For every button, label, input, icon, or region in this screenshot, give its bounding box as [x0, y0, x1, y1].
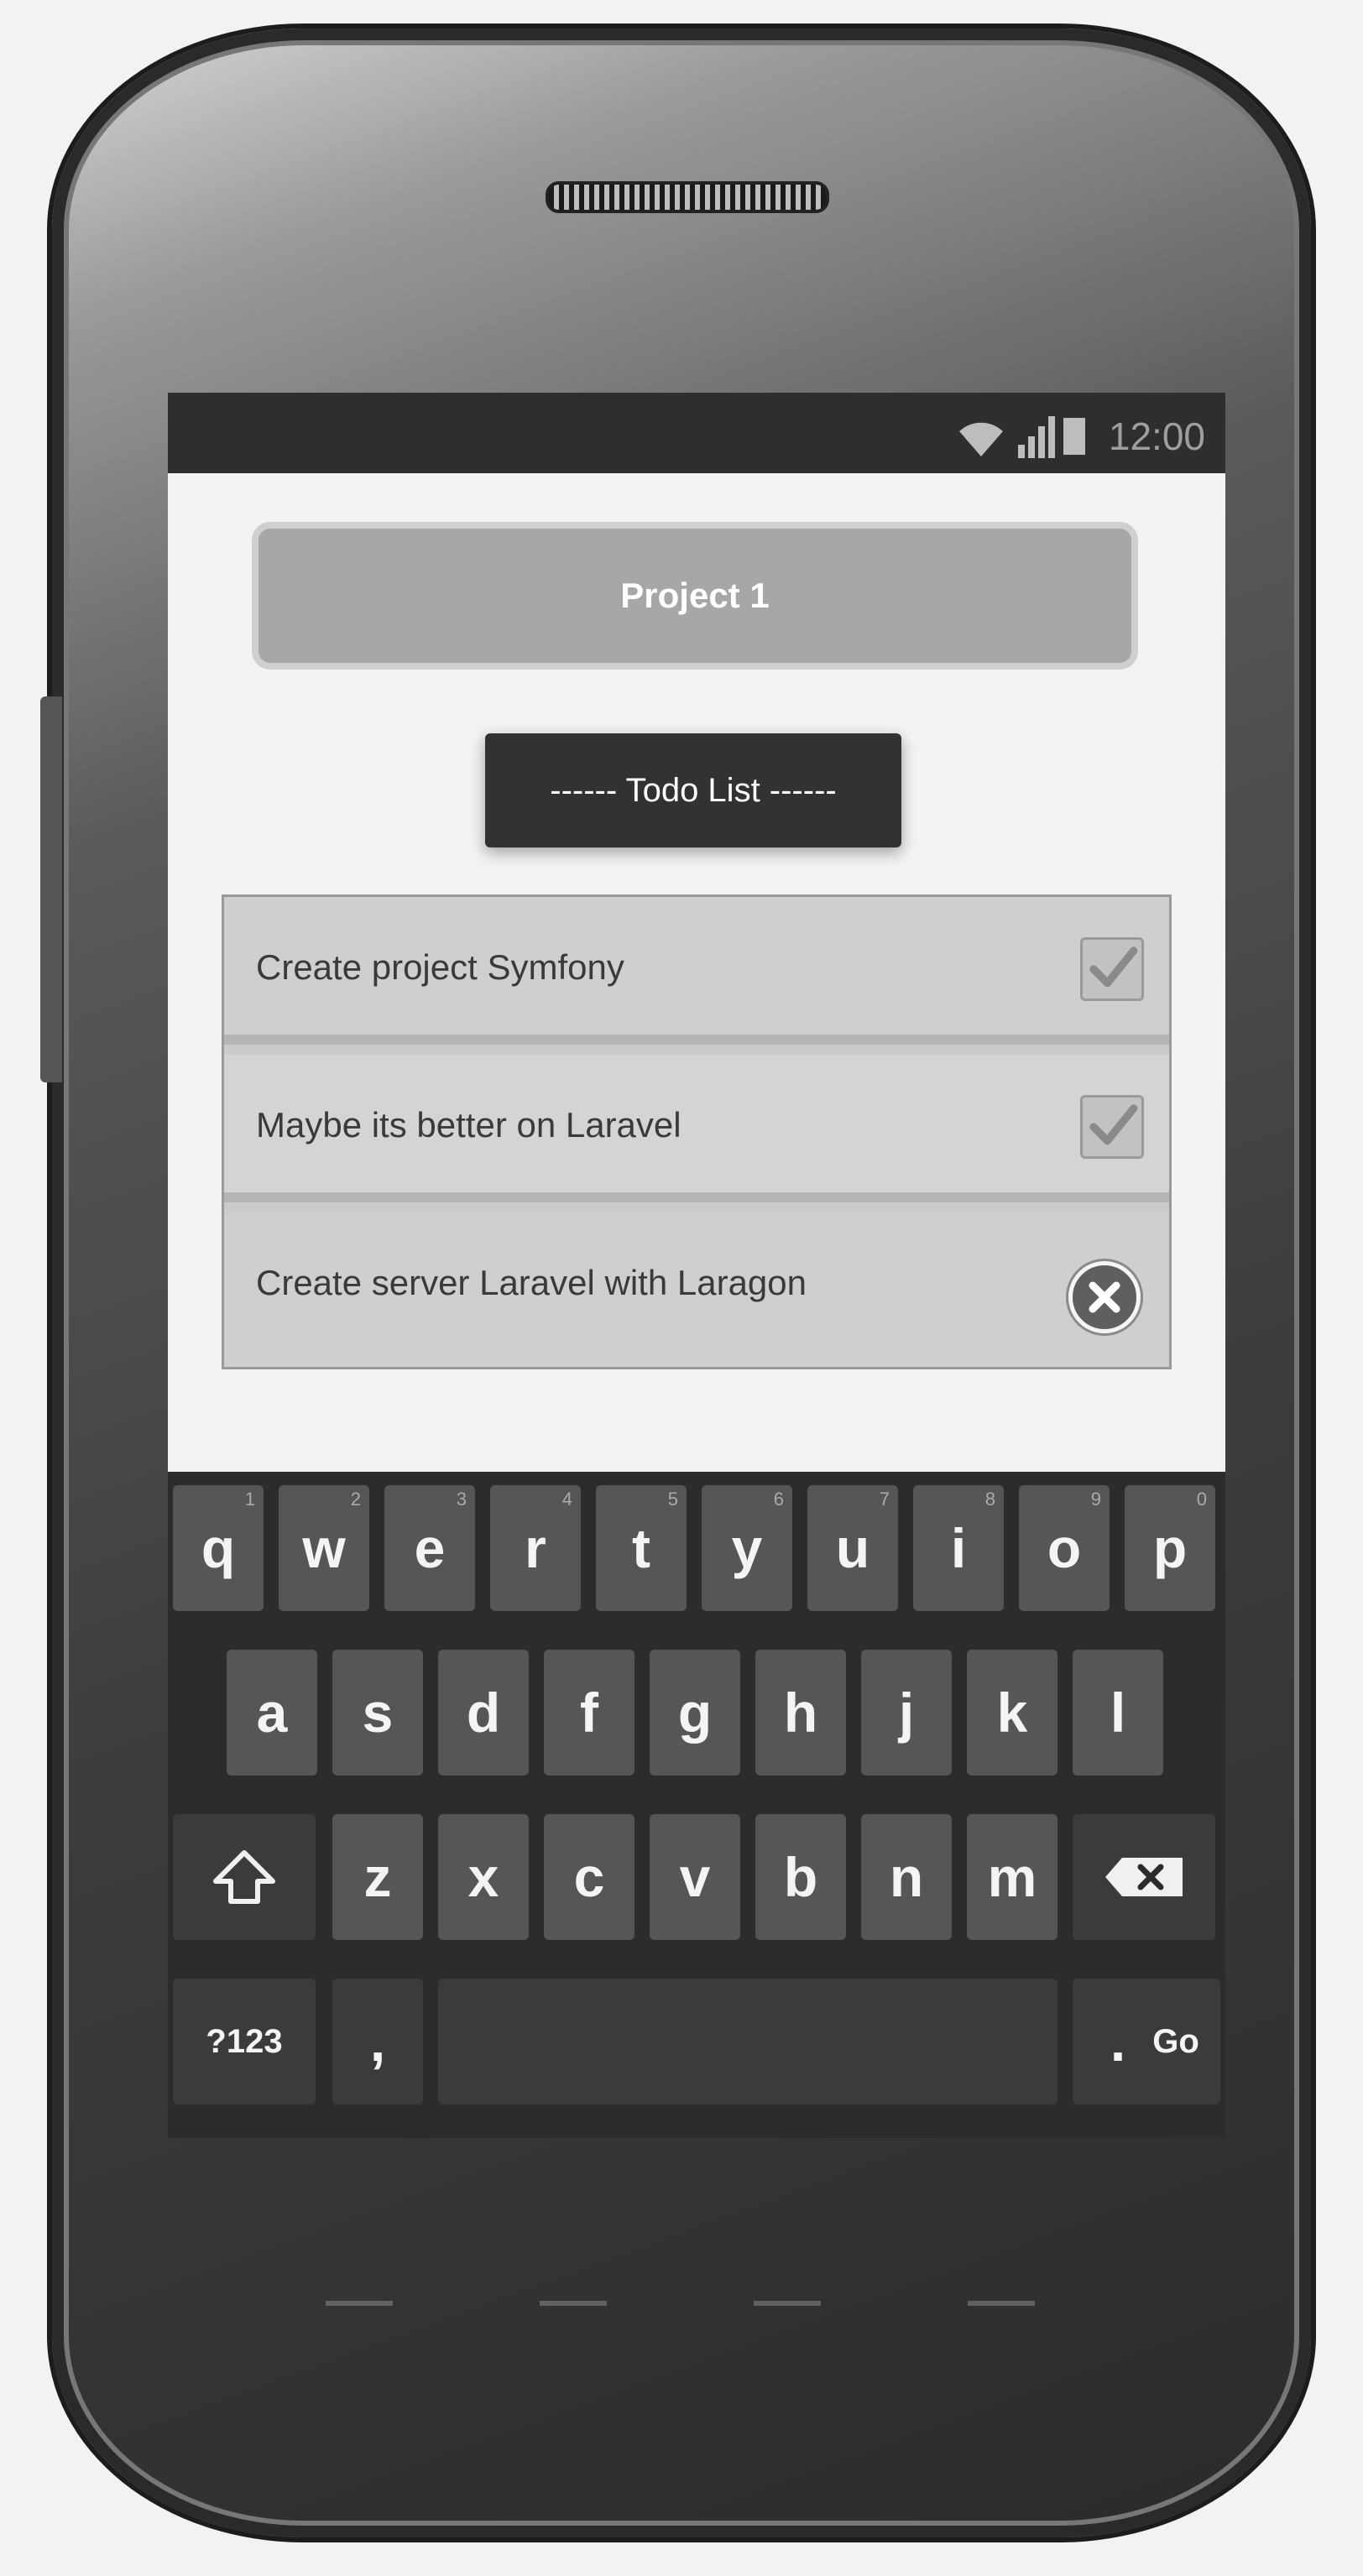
- key-y[interactable]: y6: [702, 1485, 792, 1611]
- todo-list: Create project Symfony Maybe its better …: [222, 894, 1172, 1369]
- key-p[interactable]: p0: [1125, 1485, 1215, 1611]
- key-n[interactable]: n: [861, 1814, 952, 1940]
- hardware-nav-buttons: [252, 2249, 1108, 2324]
- key-q[interactable]: q1: [173, 1485, 264, 1611]
- key-hint: 9: [1090, 1489, 1101, 1510]
- soft-keyboard: q1 w2 e3 r4 t5 y6 u7 i8 o9 p0 a s d f g …: [168, 1472, 1225, 2138]
- key-s[interactable]: s: [332, 1650, 423, 1776]
- key-hint: 2: [350, 1489, 361, 1510]
- key-label: i: [950, 1517, 967, 1579]
- signal-icon: [1017, 416, 1055, 458]
- volume-button: [40, 696, 62, 1082]
- key-hint: 0: [1196, 1489, 1207, 1510]
- photo-background: 12:00 Project 1 ------ Todo List ------ …: [0, 0, 1363, 2576]
- comma-key[interactable]: ,: [332, 1979, 423, 2104]
- key-o[interactable]: o9: [1019, 1485, 1110, 1611]
- project-button[interactable]: Project 1: [258, 529, 1131, 663]
- key-hint: 6: [773, 1489, 784, 1510]
- todo-item[interactable]: Create project Symfony: [224, 897, 1169, 1045]
- todo-item[interactable]: Create server Laravel with Laragon: [224, 1212, 1169, 1367]
- space-key[interactable]: [438, 1979, 1058, 2104]
- key-t[interactable]: t5: [596, 1485, 687, 1611]
- key-l[interactable]: l: [1073, 1650, 1163, 1776]
- key-g[interactable]: g: [650, 1650, 740, 1776]
- key-h[interactable]: h: [755, 1650, 846, 1776]
- key-hint: 3: [456, 1489, 467, 1510]
- key-u[interactable]: u7: [807, 1485, 898, 1611]
- battery-icon: [1063, 418, 1085, 455]
- back-nav-icon[interactable]: [325, 2267, 393, 2306]
- key-z[interactable]: z: [332, 1814, 423, 1940]
- key-hint: 8: [984, 1489, 995, 1510]
- checkbox-checked-icon[interactable]: [1080, 937, 1144, 1001]
- key-f[interactable]: f: [544, 1650, 634, 1776]
- todo-item[interactable]: Maybe its better on Laravel: [224, 1055, 1169, 1202]
- status-bar: 12:00: [168, 393, 1225, 473]
- key-j[interactable]: j: [861, 1650, 952, 1776]
- key-hint: 1: [244, 1489, 255, 1510]
- key-label: e: [414, 1517, 446, 1579]
- key-label: w: [302, 1517, 346, 1579]
- phone-screen: 12:00 Project 1 ------ Todo List ------ …: [168, 393, 1225, 2138]
- status-icons: 12:00: [954, 411, 1205, 458]
- key-label: u: [835, 1517, 870, 1579]
- backspace-icon: [1105, 1858, 1183, 1896]
- key-c[interactable]: c: [544, 1814, 634, 1940]
- key-hint: 4: [561, 1489, 572, 1510]
- shift-icon: [213, 1850, 275, 1904]
- checkbox-checked-icon[interactable]: [1080, 1095, 1144, 1159]
- wifi-icon: [958, 422, 1003, 456]
- key-label: t: [632, 1517, 650, 1579]
- key-b[interactable]: b: [755, 1814, 846, 1940]
- key-x[interactable]: x: [438, 1814, 529, 1940]
- key-a[interactable]: a: [227, 1650, 317, 1776]
- key-i[interactable]: i8: [913, 1485, 1004, 1611]
- key-hint: 5: [667, 1489, 678, 1510]
- key-hint: 7: [879, 1489, 890, 1510]
- key-v[interactable]: v: [650, 1814, 740, 1940]
- todo-list-header: ------ Todo List ------: [485, 733, 901, 847]
- menu-nav-icon[interactable]: [967, 2267, 1035, 2306]
- todo-app: Project 1 ------ Todo List ------ Create…: [168, 473, 1225, 1472]
- key-label: o: [1047, 1517, 1082, 1579]
- key-e[interactable]: e3: [384, 1485, 475, 1611]
- key-label: y: [731, 1517, 763, 1579]
- key-m[interactable]: m: [967, 1814, 1058, 1940]
- key-label: p: [1152, 1517, 1188, 1579]
- status-clock: 12:00: [1108, 415, 1205, 458]
- key-label: q: [201, 1517, 236, 1579]
- key-d[interactable]: d: [438, 1650, 529, 1776]
- key-k[interactable]: k: [967, 1650, 1058, 1776]
- todo-item-text: Maybe its better on Laravel: [256, 1105, 682, 1145]
- todo-item-text: Create project Symfony: [256, 947, 624, 987]
- key-w[interactable]: w2: [279, 1485, 369, 1611]
- search-nav-icon[interactable]: [753, 2267, 821, 2306]
- shift-key[interactable]: [173, 1814, 316, 1940]
- key-label: r: [525, 1517, 546, 1579]
- delete-circle-icon[interactable]: [1068, 1261, 1141, 1333]
- home-nav-icon[interactable]: [539, 2267, 607, 2306]
- backspace-key[interactable]: [1073, 1814, 1215, 1940]
- earpiece-speaker: [546, 181, 829, 213]
- symbols-key[interactable]: ?123: [173, 1979, 316, 2104]
- todo-item-text: Create server Laravel with Laragon: [256, 1263, 807, 1302]
- go-key[interactable]: Go: [1131, 1979, 1220, 2104]
- key-r[interactable]: r4: [490, 1485, 581, 1611]
